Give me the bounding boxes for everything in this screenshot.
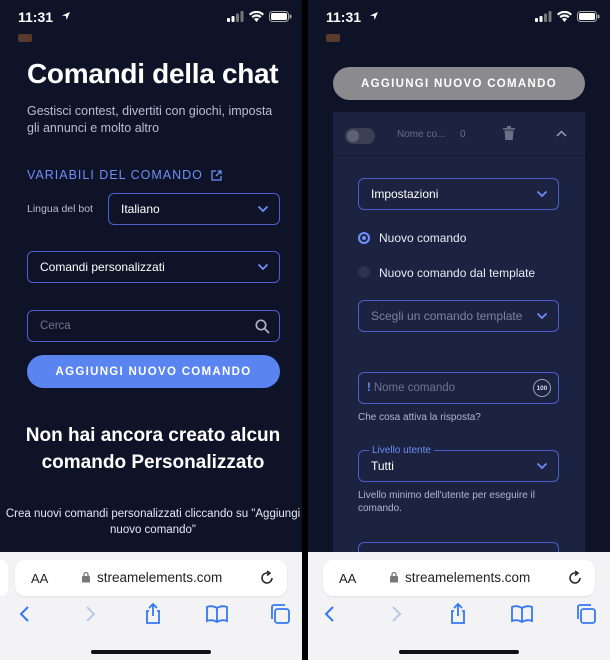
command-type-value: Comandi personalizzati	[40, 260, 165, 274]
bot-language-label: Lingua del bot	[27, 203, 93, 215]
bot-language-value: Italiano	[121, 202, 160, 216]
back-icon[interactable]	[13, 602, 37, 626]
search-input[interactable]: Cerca	[27, 310, 280, 342]
empty-state-text: Crea nuovi comandi personalizzati clicca…	[5, 508, 301, 536]
command-name-preview: Nome co...	[397, 129, 446, 140]
bookmarks-icon[interactable]	[205, 602, 229, 626]
chevron-down-icon	[257, 205, 269, 213]
home-indicator	[91, 650, 211, 654]
reload-icon[interactable]	[567, 570, 583, 586]
reload-icon[interactable]	[259, 570, 275, 586]
radio-template-command[interactable]	[358, 266, 370, 278]
search-placeholder: Cerca	[40, 320, 71, 332]
radio-new-command-label: Nuovo comando	[379, 231, 467, 245]
settings-value: Impostazioni	[371, 187, 439, 201]
share-icon[interactable]	[446, 602, 470, 626]
location-arrow-icon	[62, 12, 70, 20]
share-icon[interactable]	[141, 602, 165, 626]
command-variables-label: VARIABILI DEL COMANDO	[27, 168, 203, 182]
command-name-placeholder: Nome comando	[373, 382, 456, 394]
chevron-down-icon	[257, 263, 269, 271]
toggle-knob	[347, 130, 359, 142]
url-text: streamelements.com	[405, 570, 531, 585]
empty-state-title: Non hai ancora creato alcun comando Pers…	[25, 425, 281, 473]
status-bar: 11:31	[308, 0, 610, 36]
signal-icon	[535, 11, 552, 22]
battery-icon	[269, 11, 292, 22]
tabs-icon[interactable]	[574, 602, 598, 626]
url-bar[interactable]: AA streamelements.com	[323, 560, 595, 596]
text-size-button[interactable]: AA	[31, 571, 48, 586]
safari-bar: AA streamelements.com	[0, 552, 302, 660]
wifi-icon	[249, 11, 264, 22]
chevron-up-icon[interactable]	[556, 130, 567, 137]
signal-icon	[227, 11, 244, 22]
user-level-label: Livello utente	[369, 445, 434, 456]
command-usage-count: 0	[460, 129, 466, 140]
chevron-down-icon	[536, 462, 548, 470]
url-bar[interactable]: AA streamelements.com	[15, 560, 287, 596]
command-name-input[interactable]: ! Nome comando 100	[358, 372, 559, 404]
radio-new-command[interactable]	[358, 232, 370, 244]
right-screen: 11:31 AGGIUNGI NUOVO COMANDO Nome co... …	[308, 0, 610, 660]
trash-icon[interactable]	[503, 126, 515, 140]
lock-icon	[390, 571, 398, 583]
forward-icon[interactable]	[384, 602, 408, 626]
radio-template-command-label: Nuovo comando dal template	[379, 266, 536, 280]
url-text: streamelements.com	[97, 570, 223, 585]
page-subtitle: Gestisci contest, divertiti con giochi, …	[27, 104, 273, 135]
bookmarks-icon[interactable]	[510, 602, 534, 626]
command-help-text: Che cosa attiva la risposta?	[358, 412, 481, 423]
safari-toolbar	[308, 602, 610, 632]
add-command-button[interactable]: AGGIUNGI NUOVO COMANDO	[27, 355, 280, 388]
template-placeholder: Scegli un comando template	[371, 309, 523, 323]
chevron-down-icon	[536, 312, 548, 320]
left-screen: 11:31 Comandi della chat Gestisci contes…	[0, 0, 302, 660]
battery-icon	[577, 11, 600, 22]
command-type-select[interactable]: Comandi personalizzati	[27, 251, 280, 283]
status-time: 11:31	[18, 9, 54, 25]
user-level-value: Tutti	[371, 459, 394, 473]
home-indicator	[399, 650, 519, 654]
external-link-icon	[211, 169, 222, 181]
streamelements-logo	[326, 34, 340, 42]
add-command-button[interactable]: AGGIUNGI NUOVO COMANDO	[333, 67, 585, 100]
streamelements-logo	[18, 34, 32, 42]
text-size-button[interactable]: AA	[339, 571, 356, 586]
command-editor-panel: Nome co... 0 Impostazioni Nuovo comando …	[333, 112, 585, 562]
command-prefix: !	[367, 382, 371, 394]
page-title: Comandi della chat	[27, 58, 279, 89]
search-icon	[255, 319, 270, 334]
chevron-down-icon	[536, 190, 548, 198]
command-header-row: Nome co... 0	[333, 112, 585, 156]
status-time: 11:31	[326, 9, 362, 25]
safari-bar: AA streamelements.com	[308, 552, 610, 660]
wifi-icon	[557, 11, 572, 22]
tabs-icon[interactable]	[268, 602, 292, 626]
user-level-help-text: Livello minimo dell'utente per eseguire …	[358, 490, 536, 514]
forward-icon[interactable]	[78, 602, 102, 626]
status-bar: 11:31	[0, 0, 302, 36]
command-variables-link[interactable]: VARIABILI DEL COMANDO	[27, 168, 222, 182]
back-icon[interactable]	[318, 602, 342, 626]
safari-toolbar	[0, 602, 302, 632]
command-enable-toggle[interactable]	[345, 128, 375, 144]
char-limit-badge: 100	[533, 379, 551, 397]
template-select[interactable]: Scegli un comando template	[358, 300, 559, 332]
adjacent-tab-edge	[0, 560, 8, 596]
lock-icon	[82, 571, 90, 583]
settings-select[interactable]: Impostazioni	[358, 178, 559, 210]
location-arrow-icon	[370, 12, 378, 20]
bot-language-select[interactable]: Italiano	[108, 193, 280, 225]
